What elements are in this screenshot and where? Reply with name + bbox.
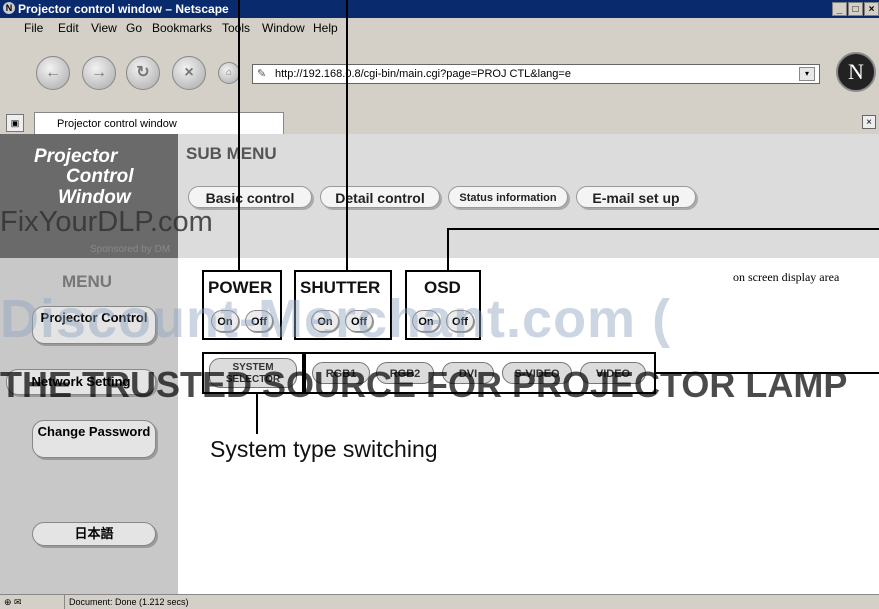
watermark-line-2: Discount-Merchant.com ( bbox=[0, 289, 672, 349]
url-text: http://192.168.0.8/cgi-bin/main.cgi?page… bbox=[275, 68, 571, 80]
menu-go[interactable]: Go bbox=[126, 18, 142, 38]
menu-edit[interactable]: Edit bbox=[58, 18, 79, 38]
new-tab-icon[interactable]: ▣ bbox=[6, 114, 24, 132]
maximize-button[interactable]: □ bbox=[848, 2, 863, 16]
status-icon: ⊕ ✉ bbox=[4, 597, 22, 607]
menu-tools[interactable]: Tools bbox=[222, 18, 250, 38]
status-text: Document: Done (1.212 secs) bbox=[64, 595, 189, 609]
status-information-button[interactable]: Status information bbox=[448, 186, 568, 208]
tab-close-icon[interactable]: × bbox=[862, 115, 876, 129]
url-dropdown-icon[interactable]: ▾ bbox=[799, 67, 815, 81]
reload-button[interactable]: ↻ bbox=[126, 56, 160, 90]
window-controls: _ □ × bbox=[832, 2, 879, 16]
menu-bookmarks[interactable]: Bookmarks bbox=[152, 18, 212, 38]
back-button[interactable]: ← bbox=[36, 56, 70, 90]
osd-note: on screen display area bbox=[733, 270, 840, 284]
page-icon: ✎ bbox=[257, 68, 267, 80]
detail-control-button[interactable]: Detail control bbox=[320, 186, 440, 208]
title-bar: N Projector control window – Netscape _ … bbox=[0, 0, 879, 18]
menu-view[interactable]: View bbox=[91, 18, 117, 38]
tab-bar: ▣ Projector control window × bbox=[0, 110, 879, 135]
menu-help[interactable]: Help bbox=[313, 18, 338, 38]
submenu-heading: SUB MENU bbox=[186, 144, 277, 163]
url-field[interactable]: ✎ http://192.168.0.8/cgi-bin/main.cgi?pa… bbox=[252, 64, 820, 84]
netscape-icon: N bbox=[3, 2, 15, 14]
tab-projector-control[interactable]: Projector control window bbox=[34, 112, 284, 134]
close-button[interactable]: × bbox=[864, 2, 879, 16]
menu-file[interactable]: File bbox=[24, 18, 43, 38]
window-title: Projector control window – Netscape bbox=[18, 2, 229, 16]
callout-line-osd-v bbox=[447, 228, 449, 270]
netscape-logo: N bbox=[836, 52, 876, 92]
home-button[interactable]: ⌂ bbox=[218, 62, 240, 84]
caption-system-type: System type switching bbox=[210, 436, 438, 462]
sidebar-item-japanese[interactable]: 日本語 bbox=[32, 522, 156, 546]
status-bar: ⊕ ✉ Document: Done (1.212 secs) bbox=[0, 594, 879, 609]
logo-line-2: Control bbox=[66, 166, 134, 187]
watermark-line-1: FixYourDLP.com bbox=[0, 206, 213, 238]
email-setup-button[interactable]: E-mail set up bbox=[576, 186, 696, 208]
menu-window[interactable]: Window bbox=[262, 18, 305, 38]
callout-line-power bbox=[238, 0, 240, 270]
logo-line-1: Projector bbox=[34, 146, 118, 167]
menu-bar: File Edit View Go Bookmarks Tools Window… bbox=[0, 18, 879, 38]
sidebar-item-change-password[interactable]: Change Password bbox=[32, 420, 156, 458]
logo-line-3: Window bbox=[58, 187, 131, 208]
minimize-button[interactable]: _ bbox=[832, 2, 847, 16]
nav-toolbar: ← → ↻ × ⌂ ✎ http://192.168.0.8/cgi-bin/m… bbox=[0, 38, 879, 111]
forward-button[interactable]: → bbox=[82, 56, 116, 90]
watermark-sponsor: Sponsored by DM bbox=[90, 244, 171, 255]
watermark-line-3: THE TRUSTED SOURCE FOR PROJECTOR LAMP bbox=[0, 364, 848, 405]
basic-control-button[interactable]: Basic control bbox=[188, 186, 312, 208]
callout-line-shutter bbox=[346, 0, 348, 270]
callout-line-osd-h bbox=[447, 228, 879, 230]
sidebar-logo-area: Projector Control Window bbox=[0, 134, 178, 258]
stop-button[interactable]: × bbox=[172, 56, 206, 90]
